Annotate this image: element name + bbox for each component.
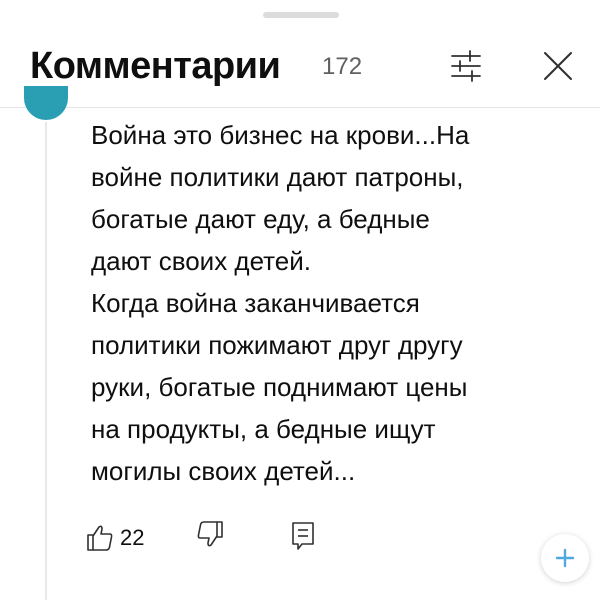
header-divider <box>0 107 600 108</box>
page-title: Комментарии <box>30 45 281 87</box>
reply-icon <box>292 522 314 550</box>
avatar[interactable] <box>24 86 68 120</box>
drag-handle[interactable] <box>263 12 339 18</box>
add-comment-button[interactable] <box>541 534 589 582</box>
plus-icon <box>555 548 575 568</box>
filter-icon[interactable] <box>446 48 486 84</box>
comment-text: Война это бизнес на крови...На войне пол… <box>91 120 470 486</box>
like-count: 22 <box>120 525 145 550</box>
comment-count: 172 <box>322 53 363 80</box>
comments-sheet: Комментарии 172 Война это бизнес на кров… <box>0 0 600 600</box>
like-button[interactable]: 22 <box>86 518 144 558</box>
dislike-button[interactable] <box>196 520 226 555</box>
thumbs-down-icon <box>197 521 223 547</box>
thumbs-up-icon <box>87 525 113 551</box>
comments-header: Комментарии 172 <box>0 30 600 106</box>
thread-line <box>45 122 47 600</box>
comment-actions: 22 <box>86 518 386 558</box>
close-icon[interactable] <box>540 48 576 84</box>
reply-button[interactable] <box>290 520 316 557</box>
